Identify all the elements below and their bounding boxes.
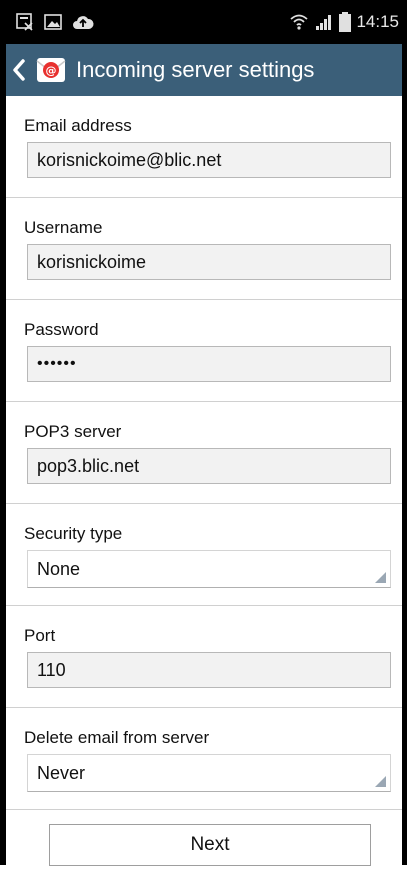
username-field[interactable]: korisnickoime [27, 244, 391, 280]
security-type-section: Security type None [6, 504, 402, 606]
security-type-value: None [37, 559, 81, 579]
port-section: Port 110 [6, 606, 402, 708]
username-label: Username [24, 218, 103, 237]
delete-email-label: Delete email from server [24, 728, 210, 747]
chevron-left-icon [12, 59, 26, 81]
screen-frame-right [402, 0, 407, 865]
dropdown-corner-icon [375, 776, 386, 787]
system-status: 14:15 [289, 12, 399, 32]
pop3-server-label: POP3 server [24, 422, 122, 441]
battery-icon [339, 12, 352, 32]
bottom-button-bar: Next [6, 810, 402, 870]
image-icon [44, 14, 62, 30]
status-bar: 14:15 [0, 0, 407, 44]
pop3-server-field[interactable]: pop3.blic.net [27, 448, 391, 484]
pop3-server-section: POP3 server pop3.blic.net [6, 402, 402, 504]
incoming-settings-form: Email address korisnickoime@blic.net Use… [6, 96, 402, 870]
signal-icon [314, 13, 334, 31]
password-section: Password •••••• [6, 300, 402, 402]
email-address-label: Email address [24, 116, 132, 135]
cloud-upload-icon [72, 14, 94, 30]
notification-icons [16, 13, 94, 31]
username-section: Username korisnickoime [6, 198, 402, 300]
password-field[interactable]: •••••• [27, 346, 391, 382]
wifi-icon [289, 13, 309, 31]
security-type-label: Security type [24, 524, 123, 543]
action-bar: @ Incoming server settings [6, 44, 402, 96]
screenshot-icon [16, 13, 34, 31]
port-field[interactable]: 110 [27, 652, 391, 688]
svg-text:@: @ [46, 64, 57, 77]
email-app-icon: @ [36, 55, 66, 85]
dropdown-corner-icon [375, 572, 386, 583]
delete-email-value: Never [37, 763, 86, 783]
clock: 14:15 [356, 12, 399, 31]
email-address-field[interactable]: korisnickoime@blic.net [27, 142, 391, 178]
next-button[interactable]: Next [49, 824, 371, 866]
security-type-dropdown[interactable]: None [27, 550, 391, 588]
back-button[interactable]: @ [12, 44, 66, 96]
page-title: Incoming server settings [76, 57, 315, 82]
email-address-section: Email address korisnickoime@blic.net [6, 96, 402, 198]
password-label: Password [24, 320, 99, 339]
delete-email-dropdown[interactable]: Never [27, 754, 391, 792]
delete-email-section: Delete email from server Never [6, 708, 402, 810]
port-label: Port [24, 626, 56, 645]
